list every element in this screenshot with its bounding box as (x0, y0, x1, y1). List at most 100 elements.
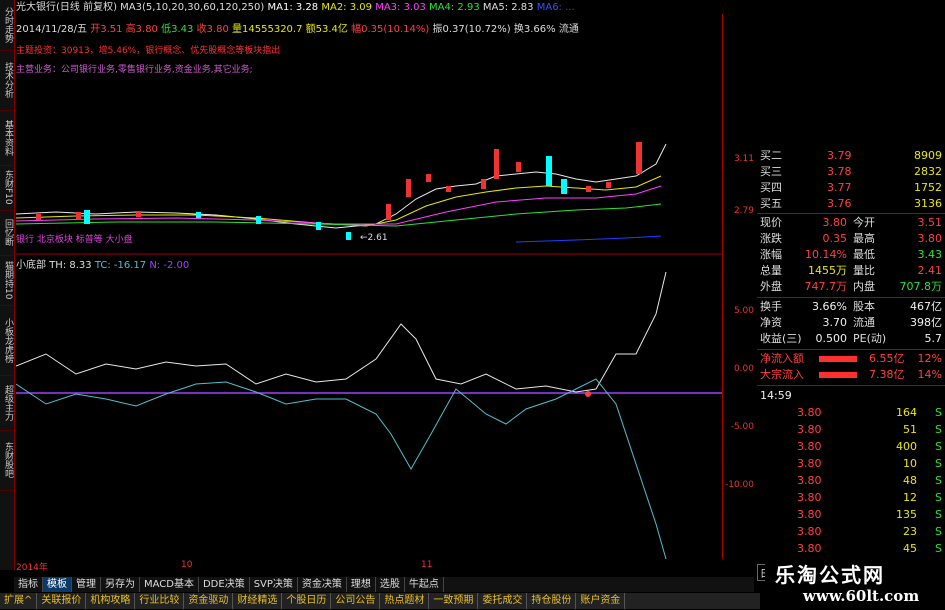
indicator-tc: TC: -16.17 (94, 260, 147, 271)
trade-row: 3.8010S (797, 457, 942, 470)
bottom-toolbar-item[interactable]: 一致预期 (429, 593, 479, 609)
bottom-toolbar-item[interactable]: 委托成交 (478, 593, 528, 609)
ma-params: MA3(5,10,20,30,60,120,250) (120, 2, 265, 13)
indicator-tab[interactable]: DDE决策 (199, 577, 250, 592)
left-tab-technical[interactable]: 技术分析 (0, 50, 13, 111)
bid-row[interactable]: 买五 3.76 3136 (757, 196, 945, 212)
trade-row: 3.80 23 S (797, 525, 942, 538)
th-line (16, 271, 667, 393)
stat-row: 涨幅 10.14% 最低 3.43 (760, 248, 942, 261)
trade-row: 3.80 164 S (797, 406, 942, 419)
flow-row[interactable]: 大宗流入 7.38亿 14% (757, 367, 945, 383)
left-tab-bar: 分时走势 技术分析 基本资料 东财F10 回忆断 猫期持10 小板龙虎榜 超级主… (0, 0, 15, 570)
left-tab-review[interactable]: 回忆断 (0, 210, 13, 256)
axis-tick: 2.79 (733, 206, 754, 216)
indicator-n: N: -2.00 (149, 260, 190, 271)
bottom-toolbar-item[interactable]: 个股日历 (282, 593, 332, 609)
trade-row: 3.80 135 S (797, 508, 942, 521)
left-tab-super[interactable]: 超级主力 (0, 375, 13, 431)
low-label: ←2.61 (360, 233, 388, 243)
indicator-name[interactable]: 小底部 (16, 260, 46, 271)
bottom-toolbar-item[interactable]: 机构攻略 (86, 593, 136, 609)
site-logo: 乐淘公式网 www.60lt.com (765, 557, 945, 609)
bottom-toolbar: 扩展^ 关联报价 机构攻略 行业比较 资金驱动 财经精选 个股日历 公司公告 热点题材 一致预期委… (0, 593, 760, 609)
trade-row: 3.80 45 S (797, 542, 942, 555)
quote-panel: 买二 3.79 8909 买三 3.78 2832 买四 3.77 1752 买… (757, 140, 945, 610)
indicator-tab[interactable]: 选股 (376, 577, 405, 592)
indicator-tab[interactable]: 模板 (43, 577, 72, 592)
panel-divider (757, 385, 945, 386)
axis-tick: 5.00 (733, 306, 754, 316)
ma4-value: MA4: 2.93 (429, 2, 480, 13)
x-label: 10 (181, 560, 193, 570)
bid-row[interactable]: 买二 3.79 8909 (757, 148, 945, 164)
chart-title: 光大银行(日线 前复权) (16, 2, 117, 13)
panel-divider (757, 349, 945, 350)
logo-name: 乐淘公式网 (775, 563, 885, 587)
left-tab-f10[interactable]: 东财F10 (0, 165, 13, 211)
bottom-toolbar-item[interactable]: 资金驱动 (184, 593, 234, 609)
ma2-value: MA2: 3.09 (321, 2, 372, 13)
bottom-toolbar-item[interactable]: 热点题材 (380, 593, 430, 609)
indicator-tab[interactable]: 理想 (347, 577, 376, 592)
indicator-tab[interactable]: 牛起点 (405, 577, 444, 592)
price-axis: 3.11 2.79 5.00 0.00 -5.00 -10.00 (722, 14, 758, 559)
ma1-value: MA1: 3.28 (267, 2, 319, 13)
left-tab-intraday[interactable]: 分时走势 (0, 0, 13, 51)
indicator-tab[interactable]: 资金决策 (298, 577, 347, 592)
bottom-toolbar-item[interactable]: 关联报价 (37, 593, 87, 609)
bottom-toolbar-item[interactable]: 财经精选 (233, 593, 283, 609)
left-tab-hold[interactable]: 猫期持10 (0, 255, 13, 306)
indicator-tab-bar: 指标 模板 管理 另存为 MACD基本 DDE决策 SVP决策 资金决策 理想 选股 牛起点 (14, 577, 754, 592)
candles (36, 142, 642, 240)
stat-row: 外盘 747.7万 内盘 707.8万 (760, 280, 942, 293)
left-tab-dragon[interactable]: 小板龙虎榜 (0, 305, 13, 376)
ma5-value: MA5: 2.83 (482, 2, 534, 13)
chart-canvas[interactable] (16, 14, 722, 559)
signal-dot (585, 391, 591, 397)
axis-tick: -5.00 (730, 422, 754, 432)
indicator-th: TH: 8.33 (49, 260, 92, 271)
bottom-toolbar-item[interactable]: 账户资金 (576, 593, 626, 609)
indicator-tab[interactable]: MACD基本 (140, 577, 199, 592)
indicator-tab[interactable]: 指标 (14, 577, 43, 592)
bid-row[interactable]: 买三 3.78 2832 (757, 164, 945, 180)
axis-tick: 0.00 (733, 364, 754, 374)
panel-divider (757, 213, 945, 214)
x-label: 2014年 (16, 563, 48, 573)
stat-row: 净资 3.70 流通 398亿 (760, 316, 942, 329)
bottom-toolbar-item[interactable]: 公司公告 (331, 593, 381, 609)
tc-line (16, 378, 667, 559)
axis-tick: -10.00 (724, 480, 754, 490)
left-tab-forum[interactable]: 东财股吧 (0, 430, 13, 491)
x-axis: 2014年 10 11 (16, 560, 722, 576)
stat-row: 涨跌 0.35 最高 3.80 (760, 232, 942, 245)
ma6-line (515, 235, 662, 243)
trade-time: 14:59 (760, 389, 792, 402)
bottom-toolbar-item[interactable]: 扩展^ (0, 593, 38, 609)
event-label: 银行 北京板块 标普等 大小盘 (16, 235, 133, 245)
bid-row[interactable]: 买四 3.77 1752 (757, 180, 945, 196)
axis-tick: 3.11 (733, 154, 754, 164)
indicator-tab[interactable]: 管理 (72, 577, 101, 592)
bottom-toolbar-item[interactable]: 行业比较 (135, 593, 185, 609)
stat-row: 收益(三) 0.500 PE(动) 5.7 (760, 332, 942, 345)
indicator-tab[interactable]: 另存为 (101, 577, 140, 592)
stat-row: 换手 3.66% 股本 467亿 (760, 300, 942, 313)
ma3-value: MA3: 3.03 (375, 2, 426, 13)
logo-url: www.60lt.com (803, 587, 920, 605)
trade-row: 3.80 400 S (797, 440, 942, 453)
indicator-tab[interactable]: SVP决策 (250, 577, 298, 592)
panel-divider (757, 297, 945, 298)
left-tab-fundamentals[interactable]: 基本资料 (0, 110, 13, 166)
bottom-toolbar-item[interactable]: 持仓股份 (527, 593, 577, 609)
stat-row: 现价 3.80 今开 3.51 (760, 216, 942, 229)
trade-row: 3.80 48 S (797, 474, 942, 487)
trade-row: 3.80 51 S (797, 423, 942, 436)
ma6-value: MA6: ... (536, 2, 575, 13)
x-label: 11 (421, 560, 433, 570)
flow-row[interactable]: 净流入额 6.55亿 12% (757, 351, 945, 367)
trade-row: 3.80 12 S (797, 491, 942, 504)
indicator-header: 小底部 TH: 8.33 TC: -16.17 N: -2.00 (16, 256, 189, 271)
stat-row: 总量 1455万 量比 2.41 (760, 264, 942, 277)
